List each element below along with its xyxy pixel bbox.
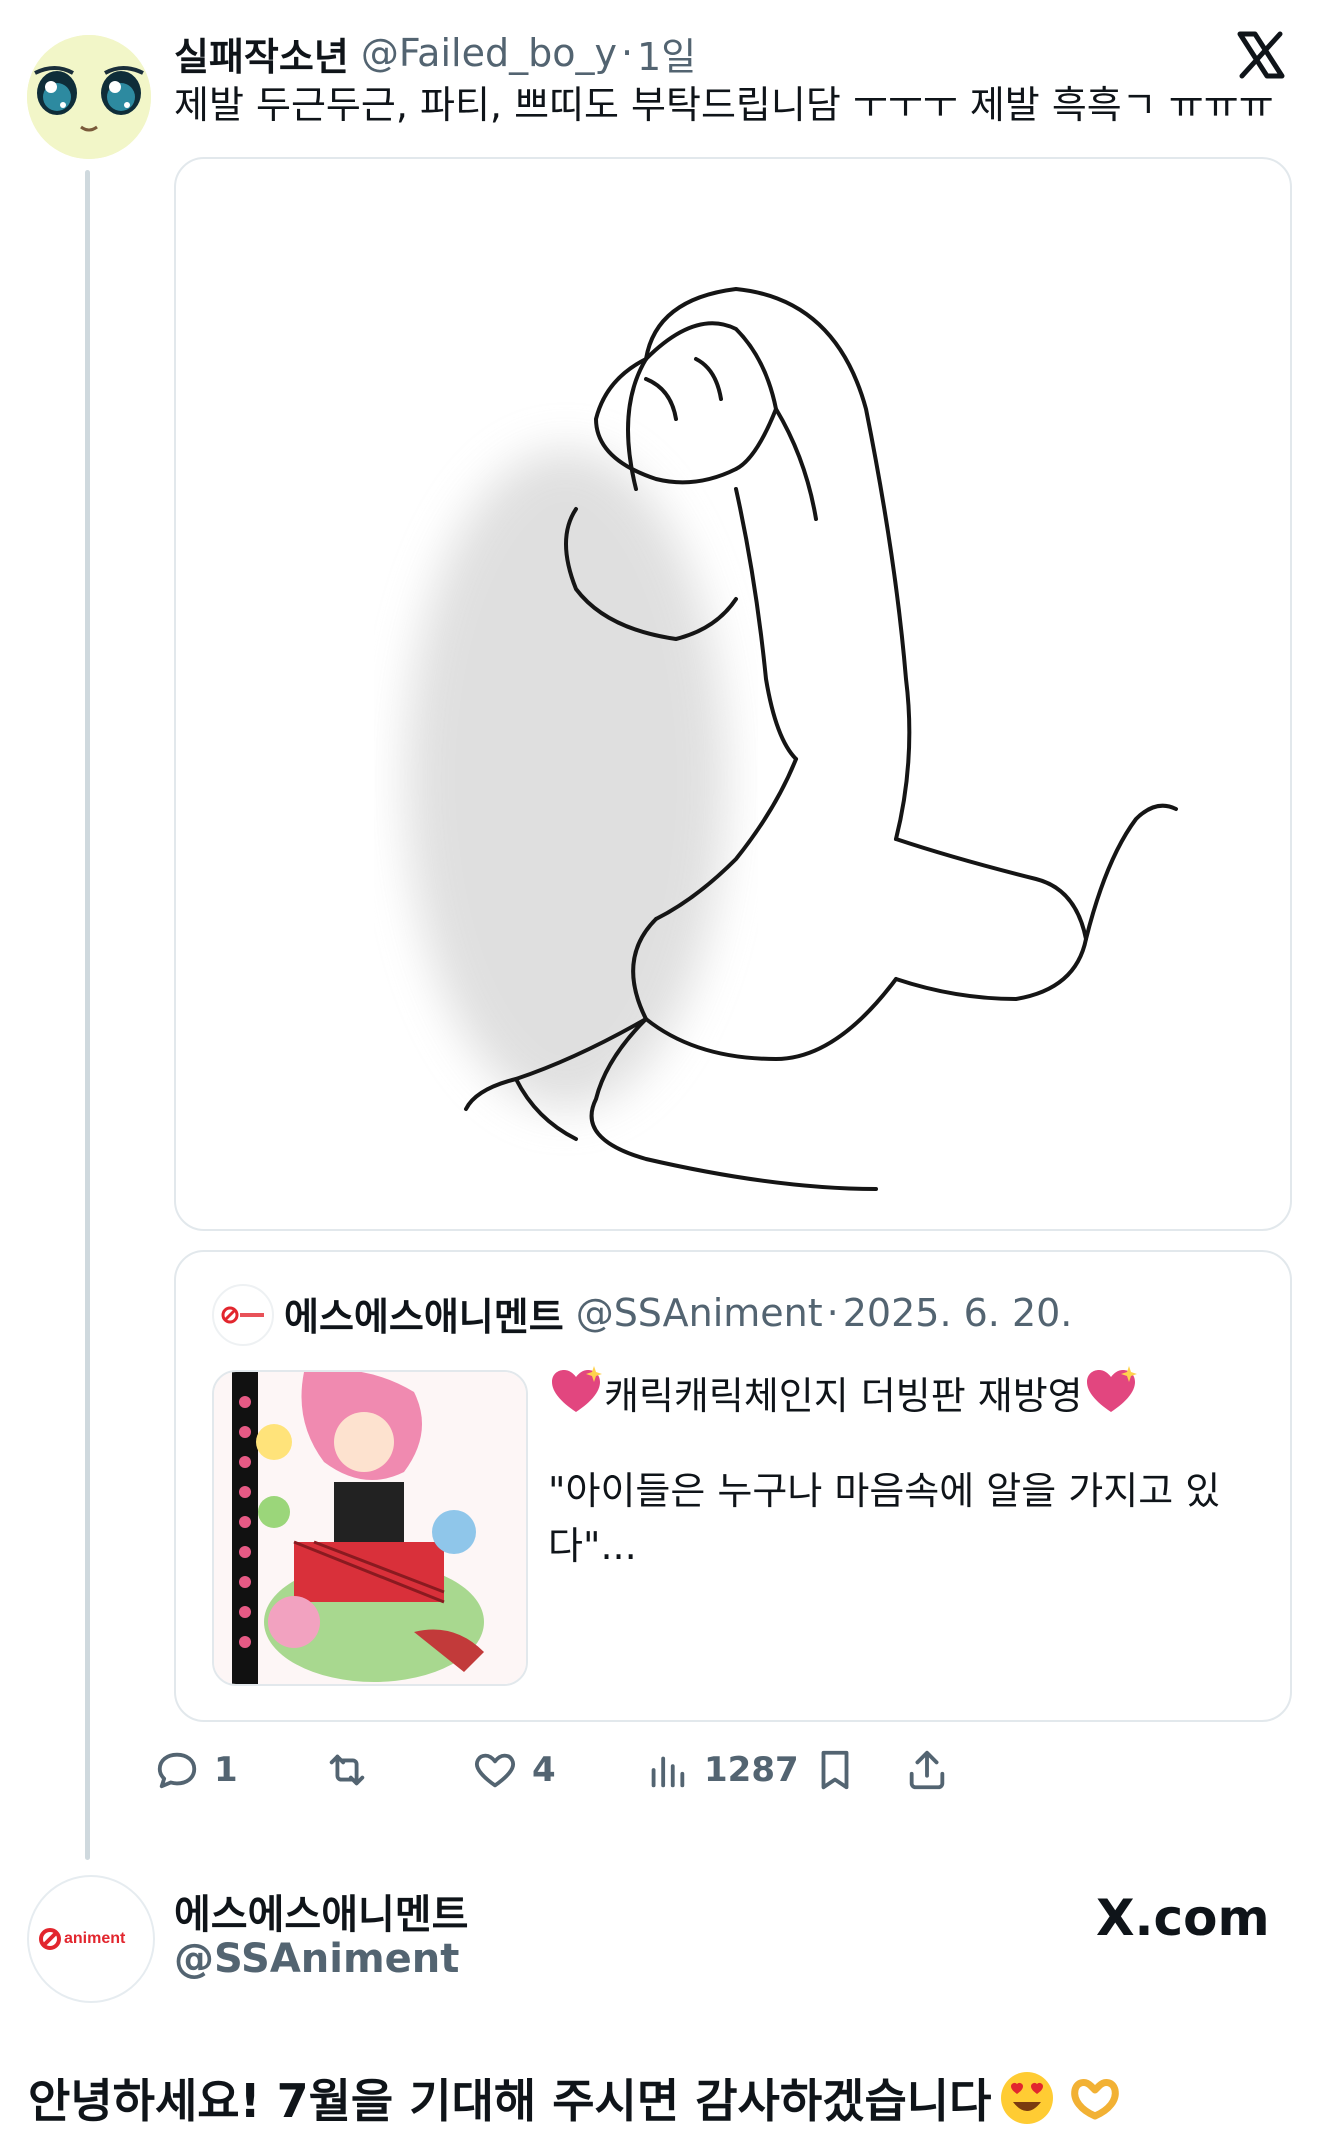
- sketch-drawing: [406, 287, 1178, 1191]
- quoted-author-handle[interactable]: @SSAniment: [576, 1291, 823, 1335]
- post-text: 제발 두근두근, 파티, 쁘띠도 부탁드립니담 ㅜㅜㅜ 제발 흑흑ㄱ ㅠㅠㅠ: [174, 83, 1274, 127]
- post-age[interactable]: 1일: [637, 26, 696, 81]
- quoted-post-date[interactable]: 2025. 6. 20.: [843, 1291, 1073, 1335]
- quoted-post-title-text: 캐릭캐릭체인지 더빙판 재방영: [604, 1373, 1083, 1418]
- repost-button[interactable]: [324, 1740, 370, 1800]
- share-button[interactable]: [904, 1740, 950, 1800]
- account-name[interactable]: 에스에스애니멘트: [174, 1882, 468, 1940]
- reply-button[interactable]: 1: [154, 1740, 238, 1800]
- like-count: 4: [532, 1750, 556, 1790]
- animent-logo-icon: [221, 1306, 264, 1324]
- quoted-post-title: 캐릭캐릭체인지 더빙판 재방영: [548, 1364, 1139, 1420]
- analytics-icon: [651, 1756, 685, 1788]
- x-com-label: X.com: [1096, 1889, 1270, 1947]
- anime-cover-image: [214, 1372, 526, 1684]
- sparkling-heart-icon: [1086, 1366, 1137, 1412]
- heart-eyes-emoji-icon: [1001, 2072, 1054, 2124]
- thread-line: [85, 170, 90, 1860]
- quoted-avatar[interactable]: [212, 1284, 274, 1346]
- heart-hands-emoji-icon: [1071, 2079, 1120, 2120]
- avatar-image: [27, 35, 151, 159]
- x-logo-icon[interactable]: [1236, 30, 1286, 80]
- animent-logo: animent: [39, 1928, 126, 1950]
- quoted-post-card[interactable]: 에스에스애니멘트 @SSAniment · 2025. 6. 20. 캐릭캐릭체…: [174, 1250, 1292, 1722]
- quoted-media-thumbnail[interactable]: [212, 1370, 528, 1686]
- x-com-link[interactable]: X.com: [1096, 1888, 1270, 1948]
- post-header: 실패작소년 @Failed_bo_y · 1일: [174, 26, 696, 81]
- view-count: 1287: [704, 1750, 799, 1790]
- bookmark-button[interactable]: [812, 1740, 858, 1800]
- share-icon: [909, 1750, 945, 1790]
- reply-text-content: 안녕하세요! 7월을 기대해 주시면 감사하겠습니다: [28, 2074, 992, 2128]
- sparkling-heart-icon: [552, 1366, 602, 1412]
- views-button[interactable]: 1287: [644, 1740, 799, 1800]
- reply-count: 1: [214, 1750, 238, 1790]
- author-name[interactable]: 실패작소년: [174, 26, 349, 81]
- account-handle[interactable]: @SSAniment: [174, 1936, 459, 1982]
- animent-logo-text: animent: [64, 1930, 126, 1947]
- like-button[interactable]: 4: [472, 1740, 556, 1800]
- post-action-bar: 1 4 1287: [157, 1740, 1288, 1800]
- quoted-author-name[interactable]: 에스에스애니멘트: [284, 1286, 564, 1341]
- post-media-image[interactable]: [174, 157, 1292, 1231]
- separator-dot: ·: [620, 31, 634, 75]
- reply-text: 안녕하세요! 7월을 기대해 주시면 감사하겠습니다: [28, 2065, 1123, 2131]
- reply-icon: [157, 1752, 197, 1789]
- separator-dot: ·: [826, 1291, 839, 1335]
- quoted-post-header: 에스에스애니멘트 @SSAniment · 2025. 6. 20.: [284, 1286, 1072, 1340]
- quoted-post-body: "아이들은 누구나 마음속에 알을 가지고 있다"...: [548, 1469, 1221, 1568]
- bookmark-icon: [821, 1750, 849, 1790]
- heart-icon: [475, 1753, 515, 1788]
- repost-icon: [329, 1754, 365, 1786]
- account-avatar[interactable]: animent: [27, 1875, 155, 2003]
- author-handle[interactable]: @Failed_bo_y: [361, 31, 617, 75]
- avatar[interactable]: [27, 35, 151, 159]
